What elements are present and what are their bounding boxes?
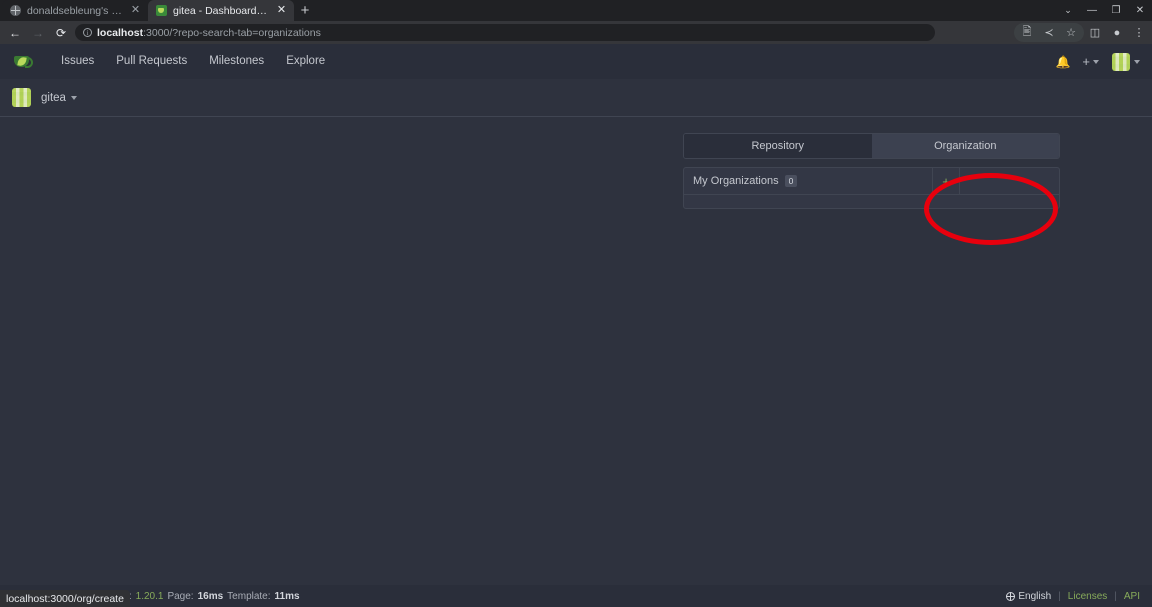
gitea-footer: Powered by Gitea Version: 1.20.1 Page: 1… xyxy=(0,585,1152,607)
browser-window: donaldsebleung's blog ✕ gitea - Dashboar… xyxy=(0,0,1152,607)
context-user-name: gitea xyxy=(41,91,66,104)
address-bar[interactable]: i localhost:3000/?repo-search-tab=organi… xyxy=(75,24,935,41)
forward-icon: → xyxy=(32,25,44,40)
navbar-right: 🔔 + xyxy=(1051,44,1140,79)
globe-icon xyxy=(1006,591,1016,601)
browser-tab-2[interactable]: gitea - Dashboard - Gitea: G ✕ xyxy=(148,0,294,21)
tab-organization[interactable]: Organization xyxy=(871,134,1059,158)
site-info-icon[interactable]: i xyxy=(83,28,92,37)
maximize-icon[interactable]: ❐ xyxy=(1104,0,1128,21)
gitea-navbar: Issues Pull Requests Milestones Explore … xyxy=(0,44,1152,79)
nav-item-issues[interactable]: Issues xyxy=(50,44,105,79)
panel-title: My Organizations xyxy=(693,175,779,187)
url-host: localhost xyxy=(97,26,144,39)
page-label: Page: xyxy=(167,590,194,602)
my-organizations-list xyxy=(684,195,1059,208)
chrome-menu-icon[interactable]: ⋮ xyxy=(1128,23,1150,42)
new-organization-button[interactable]: + xyxy=(932,168,960,195)
org-count-badge: 0 xyxy=(784,174,798,188)
chevron-down-icon[interactable]: ⌄ xyxy=(1056,0,1080,21)
gitea-favicon-icon xyxy=(156,5,167,16)
globe-favicon-icon xyxy=(10,5,21,16)
profile-icon[interactable]: ● xyxy=(1106,23,1128,42)
browser-tab-1[interactable]: donaldsebleung's blog ✕ xyxy=(2,0,148,21)
footer-links: English | Licenses | API xyxy=(1006,591,1140,602)
my-organizations-header: My Organizations 0 + New Organization xyxy=(684,168,1059,195)
chevron-down-icon xyxy=(1093,59,1099,64)
back-icon[interactable]: ← xyxy=(4,23,26,43)
dashboard-tab-bar: Repository Organization xyxy=(683,133,1060,159)
nav-item-pull-requests[interactable]: Pull Requests xyxy=(105,44,198,79)
plus-icon: + xyxy=(1082,54,1090,69)
template-time: 11ms xyxy=(274,590,300,602)
minimize-icon[interactable]: — xyxy=(1080,0,1104,21)
avatar xyxy=(1112,52,1130,71)
nav-item-explore[interactable]: Explore xyxy=(275,44,336,79)
tab-repository[interactable]: Repository xyxy=(684,134,872,158)
tab-title: gitea - Dashboard - Gitea: G xyxy=(173,4,269,17)
language-label: English xyxy=(1018,590,1052,602)
close-icon[interactable]: ✕ xyxy=(275,4,288,17)
gitea-logo-icon[interactable] xyxy=(12,51,34,73)
url-path: :3000/?repo-search-tab=organizations xyxy=(143,26,321,39)
divider: | xyxy=(1058,590,1061,602)
share-icon[interactable]: ≺ xyxy=(1038,23,1060,42)
template-label: Template: xyxy=(227,590,271,602)
new-tab-button[interactable]: + xyxy=(294,0,316,21)
close-window-icon[interactable]: ✕ xyxy=(1128,0,1152,21)
divider: | xyxy=(1114,590,1117,602)
page-time: 16ms xyxy=(197,590,224,602)
dashboard-panel: Repository Organization My Organizations… xyxy=(683,133,1060,209)
notification-bell-icon[interactable]: 🔔 xyxy=(1051,50,1075,74)
translate-icon[interactable]: 🖹 xyxy=(1016,23,1038,42)
chevron-down-icon xyxy=(1134,59,1140,64)
api-link[interactable]: API xyxy=(1124,591,1140,602)
bookmark-star-icon[interactable]: ☆ xyxy=(1060,23,1082,42)
avatar xyxy=(12,88,31,107)
gitea-context-header: gitea xyxy=(0,79,1152,117)
language-selector[interactable]: English xyxy=(1006,591,1051,602)
gitea-page: Issues Pull Requests Milestones Explore … xyxy=(0,44,1152,607)
close-icon[interactable]: ✕ xyxy=(129,4,142,17)
browser-toolbar: ← → ⟳ i localhost:3000/?repo-search-tab=… xyxy=(0,21,1152,44)
version-value: 1.20.1 xyxy=(135,590,164,602)
tab-title: donaldsebleung's blog xyxy=(27,4,123,17)
toolbar-actions: 🖹 ≺ ☆ ◫ ● ⋮ xyxy=(1014,21,1150,44)
nav-item-milestones[interactable]: Milestones xyxy=(198,44,275,79)
toolbar-pill: 🖹 ≺ ☆ xyxy=(1014,23,1084,42)
user-menu[interactable] xyxy=(1106,52,1140,71)
link-status-bubble: localhost:3000/org/create xyxy=(0,590,130,607)
licenses-link[interactable]: Licenses xyxy=(1068,591,1107,602)
tab-strip: donaldsebleung's blog ✕ gitea - Dashboar… xyxy=(0,0,1152,21)
side-panel-icon[interactable]: ◫ xyxy=(1084,23,1106,42)
reload-icon[interactable]: ⟳ xyxy=(50,23,72,43)
url-text: localhost:3000/?repo-search-tab=organiza… xyxy=(97,27,321,39)
window-controls: ⌄ — ❐ ✕ xyxy=(1056,0,1152,21)
create-new-menu[interactable]: + xyxy=(1077,54,1104,69)
my-organizations-panel: My Organizations 0 + New Organization xyxy=(683,167,1060,209)
chevron-down-icon[interactable] xyxy=(70,95,77,100)
